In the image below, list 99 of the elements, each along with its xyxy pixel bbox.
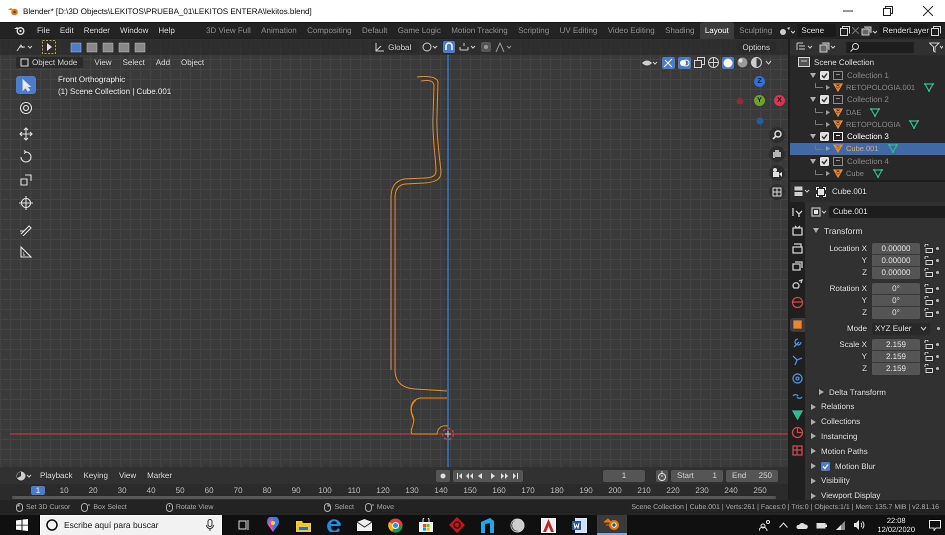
outliner-item[interactable]: Collection 4 — [847, 156, 889, 166]
menu-item[interactable]: Add — [152, 58, 174, 67]
workspace-tab[interactable]: Game Logic — [392, 22, 446, 39]
name-field[interactable]: Cube.001 — [829, 206, 945, 218]
panel-header[interactable]: Transform — [805, 224, 945, 238]
workspace-tab[interactable]: Compositing — [302, 22, 357, 39]
number-field[interactable]: 0° — [872, 282, 920, 295]
frame-number: 10 — [58, 486, 70, 495]
frame-number[interactable]: 1 — [31, 486, 45, 495]
scene-field[interactable]: Scene — [797, 24, 836, 37]
menu-item[interactable]: Marker — [143, 471, 176, 480]
end-frame-field[interactable]: End 250 — [726, 470, 778, 482]
frame-number: 230 — [694, 486, 710, 495]
number-field[interactable]: 0° — [872, 294, 920, 307]
panel-header[interactable]: Visibility — [805, 473, 945, 488]
render-layer-field[interactable]: RenderLayer — [878, 24, 929, 37]
options-dropdown[interactable]: Options — [738, 42, 776, 52]
menu-item[interactable]: Object — [177, 58, 208, 67]
frame-number: 170 — [520, 486, 536, 495]
workspace-tab[interactable]: Scripting — [512, 22, 554, 39]
number-field[interactable]: 2.159 — [872, 338, 920, 351]
start-frame-field[interactable]: Start 1 — [671, 470, 723, 482]
frame-number: 30 — [116, 486, 128, 495]
frame-number: 150 — [462, 486, 478, 495]
search-field[interactable]: Escribe aquí para buscar — [40, 515, 222, 535]
frame-number: 50 — [174, 486, 186, 495]
workspace-tab[interactable]: Layout — [700, 22, 734, 39]
field-label: Location X — [828, 244, 868, 254]
number-field[interactable]: 0.00000 — [872, 242, 920, 255]
current-frame-field[interactable]: 1 — [603, 470, 645, 482]
frame-number: 200 — [607, 486, 623, 495]
panel-header[interactable]: Collections — [805, 414, 945, 430]
workspace-tab[interactable]: Shading — [660, 22, 700, 39]
menu-item[interactable]: File — [33, 26, 54, 35]
outliner-item[interactable]: Collection 3 — [847, 132, 889, 142]
outliner-item[interactable]: Collection 2 — [847, 95, 889, 104]
field-label: Mode — [846, 324, 868, 334]
frame-number: 140 — [433, 486, 449, 495]
view-context: (1) Scene Collection | Cube.001 — [58, 87, 172, 96]
frame-number: 160 — [491, 486, 507, 495]
menu-item[interactable]: Render — [80, 26, 114, 35]
outliner-item[interactable]: Collection 1 — [847, 70, 889, 80]
frame-number: 190 — [578, 486, 594, 495]
frame-number: 110 — [346, 486, 362, 495]
frame-number: 250 — [752, 486, 768, 495]
workspace-tab[interactable]: 3D View Full — [200, 22, 256, 39]
menu-item[interactable]: View — [114, 471, 140, 480]
field-label: Scale X — [838, 340, 868, 350]
field-label: Y — [860, 256, 868, 266]
number-field[interactable]: 0.00000 — [872, 266, 920, 279]
panel-header[interactable]: Motion Paths — [805, 444, 945, 459]
frame-number: 90 — [290, 486, 302, 495]
frame-number: 180 — [549, 486, 565, 495]
field-label: Y — [860, 296, 868, 306]
menu-item[interactable]: Keying — [79, 471, 112, 480]
frame-number: 220 — [665, 486, 681, 495]
number-field[interactable]: 0.00000 — [872, 254, 920, 267]
rotation-mode-dropdown[interactable]: XYZ Euler — [872, 322, 930, 335]
object-name: Cube.001 — [832, 187, 867, 196]
field-label: Z — [861, 268, 868, 278]
field-label: Rotation X — [828, 284, 868, 294]
mode-dropdown[interactable]: Object Mode — [16, 57, 84, 68]
view-name: Front Orthographic — [58, 75, 126, 84]
panel-header[interactable]: Relations — [805, 399, 945, 414]
number-field[interactable]: 2.159 — [872, 362, 920, 375]
frame-number: 130 — [404, 486, 420, 495]
frame-number: 60 — [204, 486, 215, 495]
panel-header[interactable]: Motion Blur — [805, 458, 945, 474]
panel-header[interactable]: Viewport Display — [805, 488, 945, 504]
frame-number: 70 — [232, 486, 244, 495]
frame-number: 240 — [723, 486, 739, 495]
frame-number: 100 — [317, 486, 333, 495]
menu-item[interactable]: View — [90, 58, 116, 67]
frame-number: 210 — [636, 486, 652, 495]
menu-item[interactable]: Help — [154, 26, 179, 35]
panel-header[interactable]: Instancing — [805, 429, 945, 444]
window-title: Blender* [D:\3D Objects\LEKITOS\PRUEBA_01\LEKITOS ENTERA\lekitos.blend] — [23, 6, 312, 16]
frame-number: 20 — [88, 486, 99, 495]
frame-number: 40 — [146, 486, 157, 495]
panel-header[interactable]: Delta Transform — [805, 384, 945, 400]
field-label: Y — [860, 352, 868, 362]
workspace-tab[interactable]: Motion Tracking — [446, 22, 513, 39]
number-field[interactable]: 0° — [872, 306, 920, 319]
workspace-tab[interactable]: Default — [356, 22, 393, 39]
menu-item[interactable]: Window — [116, 26, 152, 35]
outliner-item[interactable]: Scene Collection — [814, 58, 874, 66]
menu-item[interactable]: Playback — [36, 471, 76, 480]
number-field[interactable]: 2.159 — [872, 350, 920, 363]
orientation-dropdown[interactable]: Global — [371, 41, 418, 53]
menu-item[interactable]: Edit — [56, 26, 78, 35]
field-label: Z — [861, 364, 868, 374]
workspace-tab[interactable]: Video Editing — [602, 22, 660, 39]
frame-number: 120 — [375, 486, 391, 495]
menu-item[interactable]: Select — [118, 58, 149, 67]
frame-number: 80 — [262, 486, 273, 495]
workspace-tab[interactable]: Sculpting — [734, 22, 778, 39]
field-label: Z — [861, 308, 868, 318]
workspace-tab[interactable]: UV Editing — [554, 22, 603, 39]
workspace-tab[interactable]: Animation — [256, 22, 302, 39]
